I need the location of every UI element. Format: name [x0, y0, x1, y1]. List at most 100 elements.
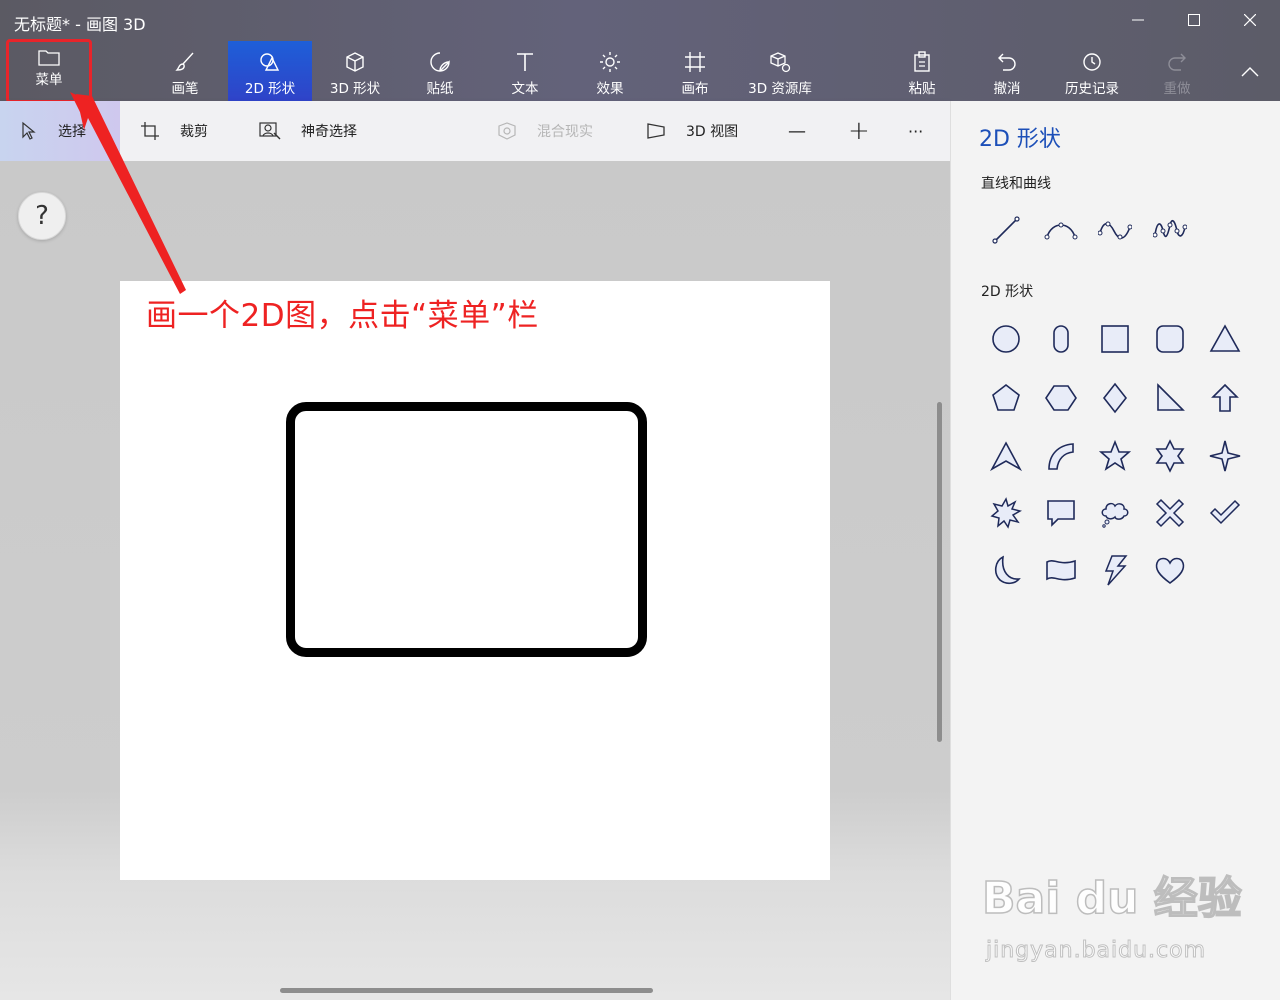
zoom-in-button[interactable]: + — [848, 101, 870, 161]
menu-label: 菜单 — [35, 72, 63, 88]
shape-toolbar: 选择 裁剪 神奇选择 混合现实 3D 视图 — + ··· — [0, 101, 950, 161]
window-title: 无标题* - 画图 3D — [14, 15, 146, 34]
more-options-button[interactable]: ··· — [908, 101, 923, 161]
burst-shape[interactable] — [983, 490, 1029, 536]
magic-select-icon — [259, 122, 281, 140]
help-label: ? — [35, 201, 49, 231]
lightning-shape[interactable] — [1092, 547, 1138, 593]
curve-tool-1[interactable] — [1038, 207, 1084, 253]
cross-icon — [1155, 498, 1185, 528]
tool-effects[interactable]: 效果 — [568, 41, 652, 101]
chevron-up-icon — [1241, 67, 1259, 77]
3d-view-icon — [647, 123, 665, 139]
right-triangle-shape[interactable] — [1147, 375, 1193, 421]
horizontal-scrollbar[interactable] — [280, 988, 653, 993]
3d-view-label: 3D 视图 — [686, 124, 739, 140]
burst-icon — [990, 497, 1022, 529]
speech-bubble-icon — [1047, 500, 1075, 527]
tool-2d-shapes[interactable]: 2D 形状 — [228, 41, 312, 101]
select-label: 选择 — [58, 124, 86, 140]
collapse-ribbon-button[interactable] — [1228, 58, 1272, 86]
rounded-rectangle-shape[interactable] — [286, 402, 647, 657]
mixed-reality-icon — [498, 122, 516, 140]
action-label: 重做 — [1163, 81, 1191, 97]
cross-shape[interactable] — [1147, 490, 1193, 536]
redo-button[interactable]: 重做 — [1135, 41, 1219, 101]
tool-3d-shapes[interactable]: 3D 形状 — [313, 41, 397, 101]
close-icon — [1244, 14, 1256, 26]
maximize-icon — [1188, 14, 1200, 26]
moon-shape[interactable] — [983, 547, 1029, 593]
diamond-shape[interactable] — [1092, 375, 1138, 421]
heart-shape[interactable] — [1147, 547, 1193, 593]
close-button[interactable] — [1222, 4, 1278, 36]
shapes-section-heading: 2D 形状 — [981, 284, 1034, 300]
banner-icon — [1046, 559, 1076, 581]
action-label: 粘贴 — [908, 81, 936, 97]
rounded-square-shape[interactable] — [1147, 316, 1193, 362]
effects-sun-icon — [600, 52, 620, 72]
check-shape[interactable] — [1202, 490, 1248, 536]
3d-cube-icon — [346, 52, 364, 72]
zoom-in-label: + — [848, 116, 870, 146]
quarter-circle-shape[interactable] — [1038, 433, 1084, 479]
mixed-reality-button[interactable]: 混合现实 — [497, 101, 593, 161]
history-button[interactable]: 历史记录 — [1050, 41, 1134, 101]
tool-stickers[interactable]: 贴纸 — [398, 41, 482, 101]
minimize-button[interactable] — [1110, 4, 1166, 36]
paste-button[interactable]: 粘贴 — [880, 41, 964, 101]
panel-title: 2D 形状 — [979, 127, 1061, 152]
star-4-shape[interactable] — [1202, 433, 1248, 479]
pentagon-icon — [992, 383, 1020, 411]
line-icon — [992, 216, 1020, 244]
curve-3-icon — [1153, 219, 1187, 238]
crop-button[interactable]: 裁剪 — [140, 101, 208, 161]
magic-select-label: 神奇选择 — [301, 124, 357, 140]
history-icon — [1083, 53, 1101, 71]
hexagon-icon — [1045, 385, 1077, 411]
quarter-circle-icon — [1048, 443, 1074, 470]
tool-text[interactable]: 文本 — [483, 41, 567, 101]
arrowhead-icon — [989, 441, 1023, 472]
banner-shape[interactable] — [1038, 547, 1084, 593]
tool-brushes[interactable]: 画笔 — [143, 41, 227, 101]
undo-icon — [998, 53, 1016, 71]
tool-canvas[interactable]: 画布 — [653, 41, 737, 101]
menu-button[interactable]: 菜单 — [8, 41, 90, 101]
thought-bubble-shape[interactable] — [1092, 490, 1138, 536]
capsule-shape[interactable] — [1038, 316, 1084, 362]
arrow-up-shape[interactable] — [1202, 375, 1248, 421]
select-button[interactable]: 选择 — [0, 101, 120, 161]
3d-library-icon — [770, 52, 791, 73]
canvas-crop-icon — [685, 52, 705, 72]
curve-tool-2[interactable] — [1092, 207, 1138, 253]
tool-label: 2D 形状 — [244, 81, 296, 97]
3d-view-button[interactable]: 3D 视图 — [646, 101, 738, 161]
maximize-button[interactable] — [1166, 4, 1222, 36]
zoom-out-button[interactable]: — — [788, 101, 806, 161]
tool-label: 画笔 — [171, 81, 199, 97]
star-5-icon — [1098, 439, 1132, 471]
square-icon — [1101, 325, 1129, 353]
undo-button[interactable]: 撤消 — [965, 41, 1049, 101]
tool-3d-library[interactable]: 3D 资源库 — [738, 41, 822, 101]
square-shape[interactable] — [1092, 316, 1138, 362]
shapes-panel: 2D 形状 直线和曲线 2D 形状 — [950, 101, 1280, 1000]
magic-select-button[interactable]: 神奇选择 — [259, 101, 357, 161]
circle-shape[interactable] — [983, 316, 1029, 362]
speech-bubble-shape[interactable] — [1038, 490, 1084, 536]
line-tool[interactable] — [983, 207, 1029, 253]
curve-tool-3[interactable] — [1147, 207, 1193, 253]
help-button[interactable]: ? — [18, 192, 66, 240]
star-6-shape[interactable] — [1147, 433, 1193, 479]
triangle-shape[interactable] — [1202, 316, 1248, 362]
hexagon-shape[interactable] — [1038, 375, 1084, 421]
vertical-scrollbar[interactable] — [937, 402, 942, 742]
arrow-up-icon — [1211, 383, 1239, 412]
star-5-shape[interactable] — [1092, 433, 1138, 479]
cursor-icon — [22, 121, 36, 140]
mixed-reality-label: 混合现实 — [537, 124, 593, 140]
pentagon-shape[interactable] — [983, 375, 1029, 421]
arrowhead-shape[interactable] — [983, 433, 1029, 479]
ribbon: 无标题* - 画图 3D 菜单 画笔 2D 形状 3D 形状 贴纸 文本 效果 — [0, 0, 1280, 103]
